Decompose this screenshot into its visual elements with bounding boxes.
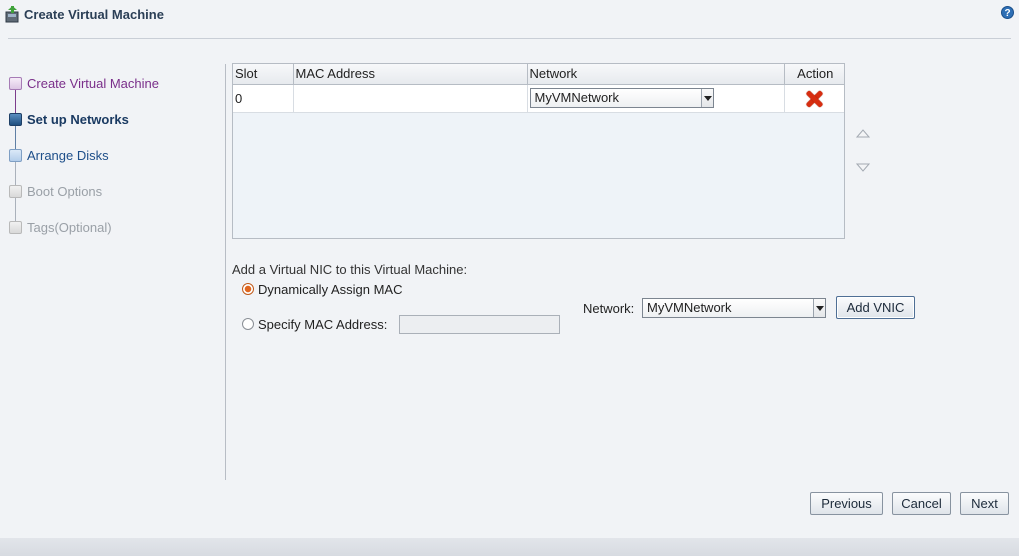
specify-mac-label[interactable]: Specify MAC Address: — [258, 317, 387, 332]
mac-address-input[interactable] — [399, 315, 560, 334]
network-select[interactable]: MyVMNetwork — [642, 298, 826, 318]
specify-mac-radio[interactable] — [242, 318, 254, 330]
title-divider — [8, 38, 1011, 39]
train-step-create-vm[interactable]: Create Virtual Machine — [27, 76, 159, 91]
delete-icon[interactable] — [804, 89, 824, 109]
vnic-table: Slot MAC Address Network Action 0 MyVMNe… — [232, 63, 845, 239]
mac-cell — [292, 83, 528, 113]
train-connector — [15, 90, 16, 114]
title-bar: Create Virtual Machine ? — [0, 0, 1019, 30]
dynamic-mac-radio[interactable] — [242, 283, 254, 295]
panel-divider — [225, 64, 226, 480]
action-cell — [783, 83, 844, 113]
previous-button[interactable]: Previous — [810, 492, 883, 515]
column-header-mac[interactable]: MAC Address — [292, 64, 528, 85]
chevron-down-icon — [700, 89, 713, 107]
column-header-network[interactable]: Network — [526, 64, 785, 85]
train-step-setup-networks: Set up Networks — [27, 112, 129, 127]
network-select-value: MyVMNetwork — [647, 300, 732, 315]
train-step-arrange-disks[interactable]: Arrange Disks — [27, 148, 109, 163]
network-cell: MyVMNetwork — [526, 83, 785, 113]
next-button[interactable]: Next — [960, 492, 1009, 515]
column-header-action[interactable]: Action — [783, 64, 844, 85]
network-label: Network: — [583, 301, 635, 316]
train-stop-icon — [9, 185, 22, 198]
column-header-slot[interactable]: Slot — [233, 64, 294, 85]
train-connector — [15, 162, 16, 186]
train-connector — [15, 126, 16, 150]
help-icon[interactable]: ? — [1001, 6, 1014, 19]
dynamic-mac-label[interactable]: Dynamically Assign MAC — [258, 282, 403, 297]
table-row[interactable]: 0 MyVMNetwork — [233, 83, 844, 113]
train-stop-icon — [9, 221, 22, 234]
footer-band — [0, 538, 1019, 556]
add-vnic-button[interactable]: Add VNIC — [836, 296, 915, 319]
train-stop-icon[interactable] — [9, 149, 22, 162]
train-step-boot-options: Boot Options — [27, 184, 103, 199]
page-title: Create Virtual Machine — [24, 7, 164, 22]
train-connector — [15, 198, 16, 222]
vm-wizard-icon — [5, 6, 19, 23]
move-down-icon[interactable] — [856, 163, 870, 173]
add-vnic-label: Add a Virtual NIC to this Virtual Machin… — [232, 262, 468, 277]
cancel-button[interactable]: Cancel — [892, 492, 951, 515]
chevron-down-icon — [813, 299, 825, 317]
table-header-row: Slot MAC Address Network Action — [233, 64, 844, 85]
row-network-select[interactable]: MyVMNetwork — [529, 88, 714, 108]
slot-cell: 0 — [233, 83, 294, 113]
train-step-tags: Tags(Optional) — [27, 220, 112, 235]
move-up-icon[interactable] — [856, 128, 870, 138]
row-network-value: MyVMNetwork — [534, 90, 620, 105]
train-stop-icon — [9, 113, 22, 126]
train-stop-icon[interactable] — [9, 77, 22, 90]
